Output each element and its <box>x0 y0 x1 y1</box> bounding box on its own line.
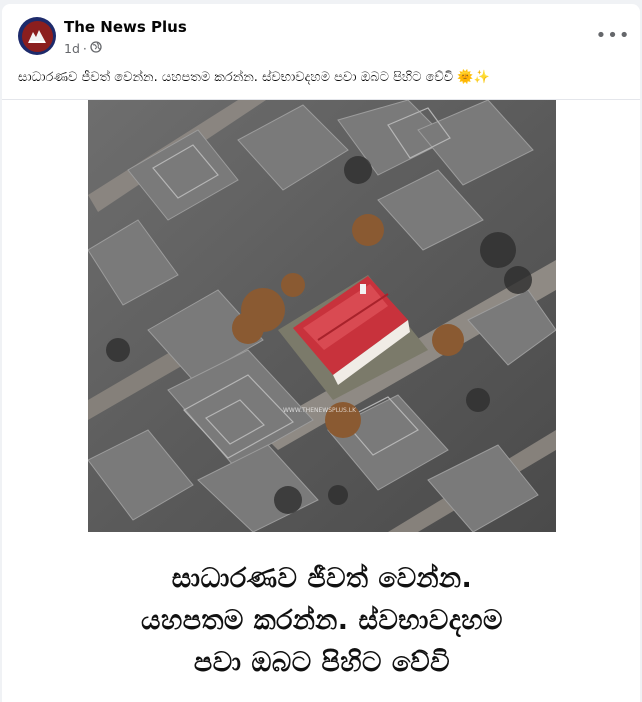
post-card: The News Plus 1d · ••• සාධාරණව ජීවත් වෙන… <box>2 4 640 702</box>
page-name-link[interactable]: The News Plus <box>64 18 187 36</box>
aerial-photo: WWW.THENEWSPLUS.LK <box>88 100 556 532</box>
post-timestamp[interactable]: 1d <box>64 41 80 56</box>
page-avatar[interactable] <box>18 17 56 55</box>
quote-line-1: සාධාරණව ජීවත් වෙන්න. <box>171 563 473 594</box>
more-options-button[interactable]: ••• <box>596 22 630 48</box>
meta-separator: · <box>82 41 87 56</box>
post-meta: 1d · <box>64 41 102 56</box>
quote-line-2: යහපතම කරන්න. ස්වභාවදහම <box>141 605 503 636</box>
image-quote: සාධාරණව ජීවත් වෙන්න. යහපතම කරන්න. ස්වභාව… <box>88 558 556 684</box>
page-logo-icon <box>21 20 53 52</box>
post-header: The News Plus 1d · ••• <box>2 4 640 66</box>
post-image[interactable]: WWW.THENEWSPLUS.LK සාධාරණව ජීවත් වෙන්න. … <box>2 100 640 702</box>
post-caption: සාධාරණව ජීවත් වෙන්න. යහපතම කරන්න. ස්වභාව… <box>18 70 490 85</box>
watermark-text: WWW.THENEWSPLUS.LK <box>283 407 357 414</box>
quote-line-3: පවා ඔබට පිහිට වේවි <box>193 647 451 678</box>
globe-icon <box>90 41 102 56</box>
